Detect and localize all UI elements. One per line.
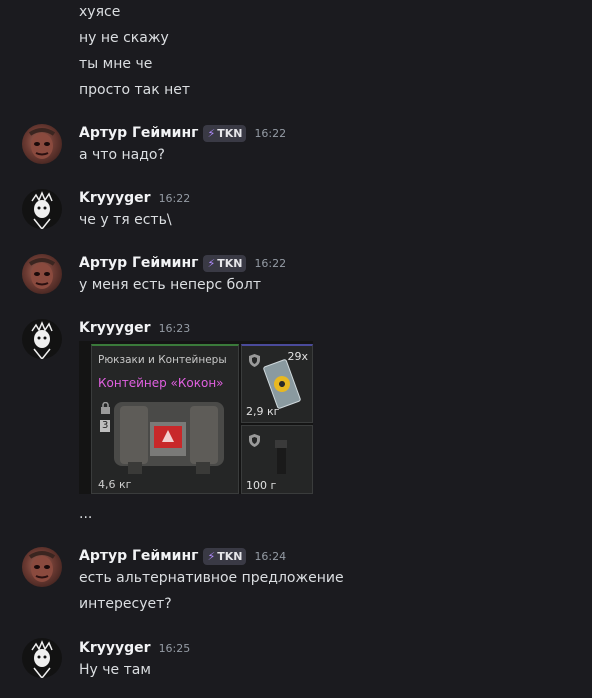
timestamp: 16:24 (254, 549, 287, 563)
avatar-face-icon (28, 128, 56, 159)
message-text: Ну че там (79, 662, 151, 678)
item-weight: 2,9 кг (246, 405, 280, 418)
item-weight: 100 г (246, 479, 277, 492)
lightning-icon: ⚡ (207, 126, 216, 140)
shield-icon (249, 354, 260, 367)
avatar-sketch-icon (31, 321, 53, 359)
lightning-icon: ⚡ (207, 256, 216, 270)
lightning-icon: ⚡ (207, 549, 216, 563)
avatar-face-icon (28, 258, 56, 289)
server-tag-label: TKN (217, 549, 243, 563)
server-tag-label: TKN (217, 126, 243, 140)
item-slot-side: 100 г (241, 425, 313, 494)
timestamp: 16:25 (158, 641, 191, 655)
message-header: Артур Гейминг ⚡ TKN 16:24 (79, 546, 286, 566)
avatar-sketch-icon (31, 640, 53, 678)
item-level: 3 (100, 420, 111, 432)
username[interactable]: Артур Гейминг (79, 255, 198, 271)
item-slot-side: 29x 2,9 кг (241, 344, 313, 423)
timestamp: 16:22 (158, 191, 191, 205)
username[interactable]: Kryyyger (79, 320, 151, 336)
avatar[interactable] (22, 319, 62, 359)
username[interactable]: Kryyyger (79, 190, 151, 206)
avatar[interactable] (22, 254, 62, 294)
item-category: Рюкзаки и Контейнеры (98, 354, 227, 366)
timestamp: 16:22 (254, 126, 287, 140)
message-header: Kryyyger 16:25 (79, 638, 190, 658)
bolt-item-icon (275, 440, 287, 474)
avatar[interactable] (22, 189, 62, 229)
container-icon (114, 402, 224, 474)
message-header: Kryyyger 16:23 (79, 318, 190, 338)
timestamp: 16:23 (158, 321, 191, 335)
message-text: ты мне че (79, 56, 153, 72)
item-weight: 4,6 кг (98, 478, 132, 491)
server-tag[interactable]: ⚡ TKN (203, 547, 247, 565)
image-attachment[interactable]: Рюкзаки и Контейнеры Контейнер «Кокон» 3… (79, 341, 313, 494)
message-header: Артур Гейминг ⚡ TKN 16:22 (79, 253, 286, 273)
avatar[interactable] (22, 638, 62, 678)
message-text: просто так нет (79, 82, 191, 98)
message-text: ... (79, 506, 93, 522)
timestamp: 16:22 (254, 256, 287, 270)
username[interactable]: Артур Гейминг (79, 548, 198, 564)
message-text: хуясе (79, 4, 121, 20)
avatar[interactable] (22, 124, 62, 164)
message-header: Kryyyger 16:22 (79, 188, 190, 208)
message-text: че у тя есть\ (79, 212, 172, 228)
message-text: а что надо? (79, 147, 165, 163)
message-text: интересует? (79, 596, 172, 612)
message-text: ну не скажу (79, 30, 169, 46)
server-tag-label: TKN (217, 256, 243, 270)
keycard-icon (263, 359, 301, 409)
server-tag[interactable]: ⚡ TKN (203, 124, 247, 142)
avatar-face-icon (28, 551, 56, 582)
shield-icon (249, 434, 260, 447)
username[interactable]: Kryyyger (79, 640, 151, 656)
message-text: есть альтернативное предложение (79, 570, 344, 586)
server-tag[interactable]: ⚡ TKN (203, 254, 247, 272)
avatar[interactable] (22, 547, 62, 587)
avatar-sketch-icon (31, 191, 53, 229)
item-name: Контейнер «Кокон» (98, 376, 224, 390)
username[interactable]: Артур Гейминг (79, 125, 198, 141)
message-text: у меня есть неперс болт (79, 277, 261, 293)
item-slot-main: Рюкзаки и Контейнеры Контейнер «Кокон» 3… (91, 344, 239, 494)
message-header: Артур Гейминг ⚡ TKN 16:22 (79, 123, 286, 143)
